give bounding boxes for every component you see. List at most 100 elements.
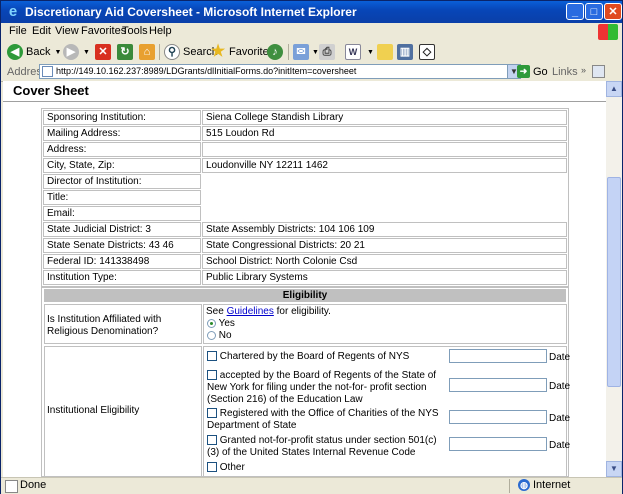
- mail-dropdown-icon[interactable]: ▼: [312, 49, 319, 56]
- back-button[interactable]: ◀ Back ▼: [7, 43, 61, 61]
- title-divider: [3, 101, 606, 102]
- option-chartered: Chartered by the Board of Regents of NYS: [207, 351, 447, 363]
- media-icon: ♪: [267, 44, 283, 60]
- scroll-thumb[interactable]: [607, 177, 621, 387]
- scroll-down-icon[interactable]: ▼: [606, 461, 622, 477]
- go-button[interactable]: ➜ Go: [517, 65, 548, 78]
- row-label: Mailing Address:: [43, 126, 201, 141]
- date-input-accepted[interactable]: [449, 378, 547, 392]
- option-label: Granted not-for-profit status under sect…: [207, 435, 437, 458]
- radio-yes-row[interactable]: Yes: [207, 318, 235, 330]
- checkbox-accepted[interactable]: [207, 370, 217, 381]
- vertical-scrollbar[interactable]: ▲ ▼: [606, 81, 622, 477]
- row-value: School District: North Colonie Csd: [202, 254, 567, 269]
- forward-arrow-icon: ▶: [63, 44, 79, 60]
- radio-no-row[interactable]: No: [207, 330, 232, 342]
- option-other: Other: [207, 462, 447, 474]
- toolbar: ◀ Back ▼ ▶ ▼ ✕ ↻ ⌂ ⚲ Search ★ Favorites …: [1, 41, 622, 64]
- print-icon: ⎙: [319, 44, 335, 60]
- research-button[interactable]: ▥: [397, 43, 413, 61]
- edit-page-icon: W: [345, 44, 361, 60]
- address-url: http://149.10.162.237:8989/LDGrants/dlIn…: [56, 66, 357, 76]
- table-row: Institution Type: Public Library Systems: [43, 270, 567, 285]
- back-label: Back: [26, 46, 51, 58]
- stop-button[interactable]: ✕: [95, 43, 111, 61]
- guidelines-note: See Guidelines for eligibility.: [206, 306, 331, 318]
- menu-tools[interactable]: Tools: [122, 25, 148, 37]
- edit-dropdown-icon[interactable]: ▼: [367, 49, 374, 56]
- address-input[interactable]: http://149.10.162.237:8989/LDGrants/dlIn…: [39, 64, 515, 79]
- option-accepted: accepted by the Board of Regents of the …: [207, 370, 447, 406]
- checkbox-chartered[interactable]: [207, 351, 217, 362]
- close-button[interactable]: ✕: [604, 3, 622, 20]
- edit-button[interactable]: W ▼: [345, 43, 374, 61]
- institutional-label-cell: Institutional Eligibility: [44, 346, 202, 477]
- date-label: Date: [549, 440, 571, 451]
- status-text: Done: [20, 479, 47, 491]
- radio-yes[interactable]: [207, 318, 216, 328]
- menu-help[interactable]: Help: [149, 25, 172, 37]
- search-icon: ⚲: [164, 44, 180, 60]
- scroll-up-icon[interactable]: ▲: [606, 81, 622, 97]
- extra-toolbar-icon[interactable]: [592, 65, 605, 78]
- row-value: State Assembly Districts: 104 106 109: [202, 222, 567, 237]
- links-chevron-icon[interactable]: »: [581, 65, 586, 75]
- checkbox-501c3[interactable]: [207, 435, 217, 446]
- minimize-button[interactable]: _: [566, 3, 584, 20]
- row-label: Email:: [43, 206, 201, 221]
- print-button[interactable]: ⎙: [319, 43, 335, 61]
- radio-no[interactable]: [207, 330, 216, 340]
- discuss-icon: [377, 44, 393, 60]
- forward-dropdown-icon[interactable]: ▼: [83, 49, 90, 56]
- religious-question: Is Institution Affiliated with Religious…: [47, 314, 162, 337]
- title-bar: e Discretionary Aid Coversheet - Microso…: [1, 1, 622, 23]
- messenger-button[interactable]: ◇: [419, 43, 435, 61]
- see-prefix: See: [206, 306, 227, 317]
- ie-logo-icon: e: [8, 3, 18, 20]
- checkbox-registered[interactable]: [207, 408, 217, 419]
- maximize-button[interactable]: □: [585, 3, 603, 20]
- date-input-registered[interactable]: [449, 410, 547, 424]
- option-label: Other: [219, 462, 245, 473]
- guidelines-link[interactable]: Guidelines: [227, 306, 274, 317]
- page-status-icon: [5, 480, 18, 493]
- menu-file[interactable]: File: [9, 25, 27, 37]
- forward-button[interactable]: ▶ ▼: [63, 43, 90, 61]
- table-row: Federal ID: 141338498 School District: No…: [43, 254, 567, 269]
- favorites-star-icon: ★: [210, 43, 226, 60]
- discuss-button[interactable]: [377, 43, 393, 61]
- eligibility-section: Eligibility Is Institution Affiliated wi…: [41, 287, 571, 477]
- date-input-501c3[interactable]: [449, 437, 547, 451]
- date-input-chartered[interactable]: [449, 349, 547, 363]
- eligibility-header: Eligibility: [44, 289, 566, 302]
- browser-window: e Discretionary Aid Coversheet - Microso…: [0, 0, 623, 494]
- go-label: Go: [533, 65, 548, 78]
- date-label: Date: [549, 352, 571, 363]
- favorites-button[interactable]: ★ Favorites: [210, 43, 274, 61]
- row-label: Director of Institution:: [43, 174, 201, 189]
- refresh-button[interactable]: ↻: [117, 43, 133, 61]
- menu-edit[interactable]: Edit: [32, 25, 51, 37]
- menu-bar: File Edit View Favorites Tools Help: [1, 23, 622, 42]
- cover-sheet-table: Sponsoring Institution: Siena College Sta…: [41, 108, 569, 287]
- religious-question-cell: Is Institution Affiliated with Religious…: [44, 304, 202, 344]
- media-button[interactable]: ♪: [267, 43, 283, 61]
- row-label: Title:: [43, 190, 201, 205]
- row-label: Federal ID: 141338498: [43, 254, 201, 269]
- checkbox-other[interactable]: [207, 462, 217, 473]
- home-button[interactable]: ⌂: [139, 43, 155, 61]
- page-content: Cover Sheet Sponsoring Institution: Siena…: [3, 81, 606, 477]
- date-label: Date: [549, 413, 571, 424]
- menu-favorites[interactable]: Favorites: [81, 25, 126, 37]
- stop-icon: ✕: [95, 44, 111, 60]
- back-dropdown-icon[interactable]: ▼: [54, 49, 61, 56]
- religious-answer-cell: See Guidelines for eligibility. Yes No: [203, 304, 567, 344]
- links-label[interactable]: Links: [552, 66, 578, 78]
- row-label: State Judicial District: 3: [43, 222, 201, 237]
- status-divider: [509, 479, 510, 493]
- mail-icon: ✉: [293, 44, 309, 60]
- mail-button[interactable]: ✉ ▼: [293, 43, 319, 61]
- table-row: Mailing Address: 515 Loudon Rd: [43, 126, 567, 141]
- menu-view[interactable]: View: [55, 25, 79, 37]
- row-value: State Congressional Districts: 20 21: [202, 238, 567, 253]
